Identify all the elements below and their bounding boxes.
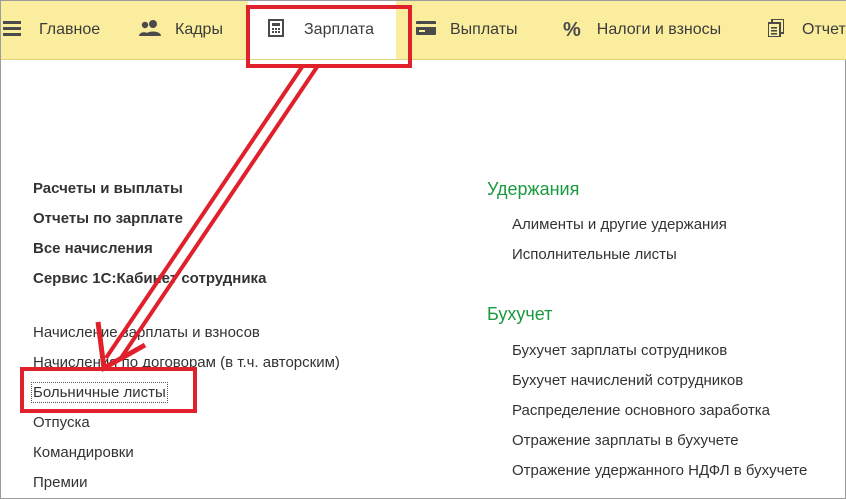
menu-item-calculations-payments[interactable]: Расчеты и выплаты	[33, 180, 183, 197]
section-taxes[interactable]: % Налоги и взносы	[563, 1, 748, 59]
report-icon	[768, 17, 785, 42]
section-label: Кадры	[175, 21, 223, 38]
menu-item-all-accruals[interactable]: Все начисления	[33, 240, 153, 257]
menu-item-salary-posting[interactable]: Отражение зарплаты в бухучете	[512, 432, 739, 449]
menu-item-vacations[interactable]: Отпуска	[33, 414, 90, 431]
menu-item-writs[interactable]: Исполнительные листы	[512, 246, 677, 263]
menu-item-salary-accrual[interactable]: Начисление зарплаты и взносов	[33, 324, 260, 341]
card-icon	[416, 20, 436, 40]
menu-item-alimony[interactable]: Алименты и другие удержания	[512, 216, 727, 233]
sections-panel: Главное Кадры Зарплата Выплаты % Налоги …	[1, 1, 846, 60]
section-reports[interactable]: Отчет	[768, 1, 846, 59]
section-hr[interactable]: Кадры	[139, 1, 244, 59]
menu-item-business-trips[interactable]: Командировки	[33, 444, 134, 461]
group-title-accounting: Бухучет	[487, 304, 553, 324]
section-payments[interactable]: Выплаты	[416, 1, 544, 59]
percent-icon: %	[563, 18, 581, 41]
group-title-deductions: Удержания	[487, 179, 580, 199]
menu-item-bonuses[interactable]: Премии	[33, 474, 88, 491]
hamburger-icon	[3, 20, 21, 41]
menu-item-accruals-accounting[interactable]: Бухучет начислений сотрудников	[512, 372, 743, 389]
annotation-box-sick-leaves	[20, 367, 197, 413]
menu-item-ndfl-posting[interactable]: Отражение удержанного НДФЛ в бухучете	[512, 462, 807, 479]
menu-item-salary-accounting[interactable]: Бухучет зарплаты сотрудников	[512, 342, 727, 359]
section-label: Главное	[39, 21, 101, 38]
section-label: Выплаты	[450, 21, 518, 38]
section-main[interactable]: Главное	[1, 1, 119, 59]
people-icon	[139, 19, 161, 42]
menu-item-earnings-distribution[interactable]: Распределение основного заработка	[512, 402, 770, 419]
annotation-box-salary	[246, 5, 412, 68]
menu-item-salary-reports[interactable]: Отчеты по зарплате	[33, 210, 183, 227]
section-label: Отчет	[802, 21, 846, 38]
section-label: Налоги и взносы	[596, 21, 722, 38]
menu-item-employee-cabinet[interactable]: Сервис 1С:Кабинет сотрудника	[33, 270, 266, 287]
